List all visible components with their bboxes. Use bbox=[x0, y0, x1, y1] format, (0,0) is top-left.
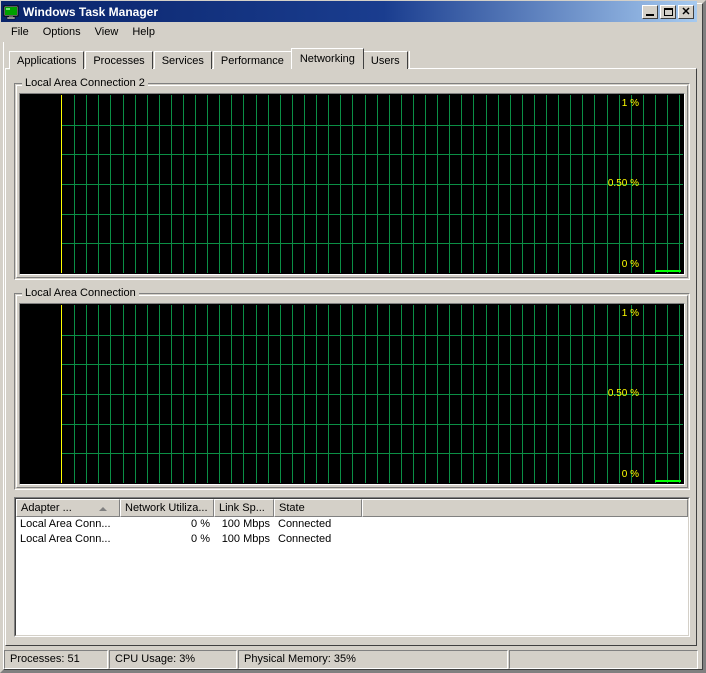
status-processes: Processes: 51 bbox=[4, 650, 108, 669]
table-row[interactable]: Local Area Conn... 0 % 100 Mbps Connecte… bbox=[16, 532, 688, 547]
cell-adapter: Local Area Conn... bbox=[20, 533, 111, 545]
graph-1-frame: 1 % 0.50 % 0 % bbox=[19, 93, 685, 275]
graph-2-label-middle: 0.50 % bbox=[607, 388, 639, 399]
cell-link-speed: 100 Mbps bbox=[221, 518, 270, 530]
tab-strip: Applications Processes Services Performa… bbox=[9, 48, 697, 69]
tab-page-networking: Local Area Connection 2 1 % 0.50 % 0 % L… bbox=[5, 68, 697, 646]
column-header-filler[interactable] bbox=[362, 499, 688, 517]
grid-line-horizontal bbox=[62, 394, 683, 395]
tab-users[interactable]: Users bbox=[362, 51, 408, 69]
window-title: Windows Task Manager bbox=[23, 4, 159, 19]
menu-item-view[interactable]: View bbox=[88, 24, 126, 40]
cell-state: Connected bbox=[278, 518, 332, 530]
menu-item-file[interactable]: File bbox=[4, 24, 36, 40]
graph-1-trace bbox=[655, 270, 681, 272]
status-filler bbox=[509, 650, 698, 669]
graph-2-label-top: 1 % bbox=[621, 308, 639, 319]
graph-1-label-middle: 0.50 % bbox=[607, 178, 639, 189]
tab-performance[interactable]: Performance bbox=[212, 51, 292, 69]
adapter-list: Adapter ... Network Utiliza... Link Sp..… bbox=[14, 497, 690, 637]
adapter-list-header: Adapter ... Network Utiliza... Link Sp..… bbox=[16, 499, 688, 517]
close-button[interactable]: ✕ bbox=[678, 4, 694, 19]
adapter-list-inner: Adapter ... Network Utiliza... Link Sp..… bbox=[15, 498, 689, 636]
graph-2-frame: 1 % 0.50 % 0 % bbox=[19, 303, 685, 485]
grid-line-horizontal bbox=[62, 243, 683, 244]
grid-line-horizontal bbox=[62, 184, 683, 185]
task-manager-window: Windows Task Manager ✕ File Options View… bbox=[0, 0, 706, 673]
cell-state: Connected bbox=[278, 533, 332, 545]
sort-ascending-icon bbox=[99, 507, 107, 511]
grid-line-horizontal bbox=[62, 424, 683, 425]
graph-panel-1: Local Area Connection 2 1 % 0.50 % 0 % bbox=[14, 77, 690, 280]
table-row[interactable]: Local Area Conn... 0 % 100 Mbps Connecte… bbox=[16, 517, 688, 532]
graph-1-label-top: 1 % bbox=[621, 98, 639, 109]
menu-bar: File Options View Help bbox=[1, 22, 697, 42]
tab-processes[interactable]: Processes bbox=[85, 51, 153, 69]
title-bar[interactable]: Windows Task Manager ✕ bbox=[1, 1, 697, 22]
tab-strip-filler bbox=[408, 51, 697, 69]
tab-applications[interactable]: Applications bbox=[9, 51, 85, 69]
graph-2-axis-line bbox=[61, 305, 62, 483]
column-header-adapter-label: Adapter ... bbox=[21, 502, 72, 514]
graph-2-trace bbox=[655, 480, 681, 482]
column-header-state[interactable]: State bbox=[274, 499, 362, 517]
grid-line-horizontal bbox=[62, 214, 683, 215]
grid-line-horizontal bbox=[62, 125, 683, 126]
window-controls: ✕ bbox=[642, 4, 694, 19]
graph-panel-1-title: Local Area Connection 2 bbox=[22, 77, 148, 89]
grid-line-horizontal bbox=[62, 364, 683, 365]
graph-1-axis-line bbox=[61, 95, 62, 273]
close-icon: ✕ bbox=[681, 5, 691, 18]
maximize-button[interactable] bbox=[660, 4, 676, 19]
cell-adapter: Local Area Conn... bbox=[20, 518, 111, 530]
grid-line-horizontal bbox=[62, 453, 683, 454]
cell-link-speed: 100 Mbps bbox=[221, 533, 270, 545]
menu-item-help[interactable]: Help bbox=[125, 24, 162, 40]
graph-2: 1 % 0.50 % 0 % bbox=[21, 305, 683, 483]
graph-2-plot bbox=[62, 305, 683, 483]
graph-2-label-bottom: 0 % bbox=[621, 469, 639, 480]
tab-networking[interactable]: Networking bbox=[290, 48, 364, 69]
status-cpu-usage: CPU Usage: 3% bbox=[109, 650, 237, 669]
monitor-icon bbox=[3, 4, 19, 20]
cell-utilization: 0 % bbox=[191, 533, 210, 545]
tab-services[interactable]: Services bbox=[153, 51, 212, 69]
column-header-adapter[interactable]: Adapter ... bbox=[16, 499, 120, 517]
cell-utilization: 0 % bbox=[191, 518, 210, 530]
graph-1: 1 % 0.50 % 0 % bbox=[21, 95, 683, 273]
status-bar: Processes: 51 CPU Usage: 3% Physical Mem… bbox=[4, 650, 698, 669]
graph-1-plot bbox=[62, 95, 683, 273]
column-header-link-speed[interactable]: Link Sp... bbox=[214, 499, 274, 517]
graph-panel-2-title: Local Area Connection bbox=[22, 287, 139, 299]
graph-panel-2: Local Area Connection 1 % 0.50 % 0 % bbox=[14, 287, 690, 490]
minimize-button[interactable] bbox=[642, 4, 658, 19]
grid-line-horizontal bbox=[62, 154, 683, 155]
grid-line-horizontal bbox=[62, 335, 683, 336]
graph-1-label-bottom: 0 % bbox=[621, 259, 639, 270]
menu-item-options[interactable]: Options bbox=[36, 24, 88, 40]
status-physical-memory: Physical Memory: 35% bbox=[238, 650, 508, 669]
column-header-network-utilization[interactable]: Network Utiliza... bbox=[120, 499, 214, 517]
